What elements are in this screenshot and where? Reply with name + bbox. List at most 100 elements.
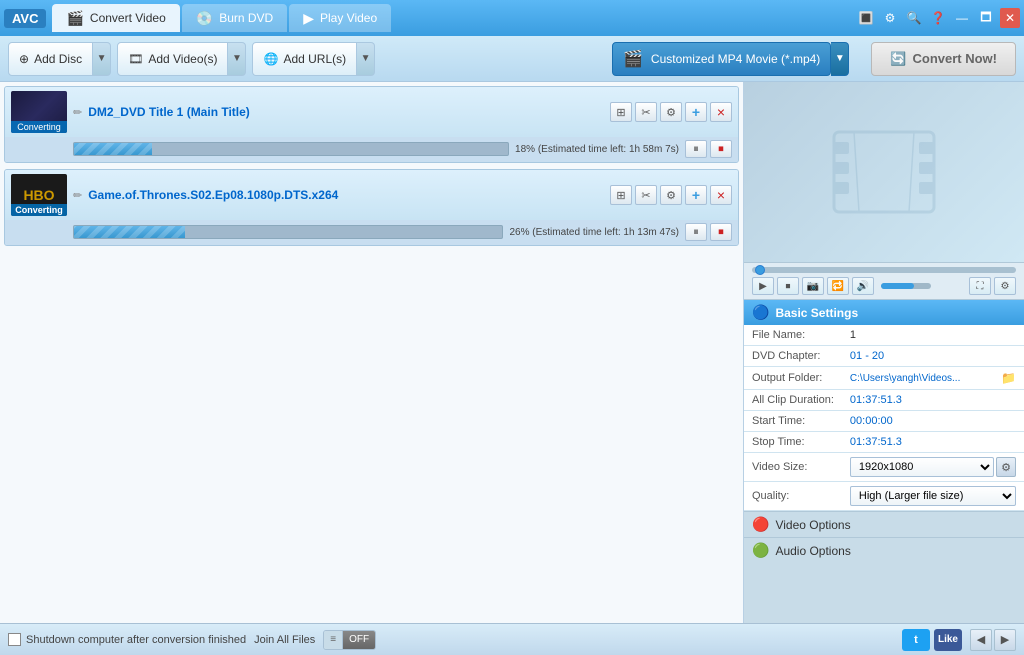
volume-fill — [881, 283, 914, 289]
playback-controls: ▶ ⏹ 📷 🔁 🔊 ⛶ ⚙ — [752, 277, 1016, 295]
file-delete-button-1[interactable]: × — [710, 102, 732, 122]
progress-bar-stripes-1 — [74, 143, 152, 155]
join-toggle[interactable]: ≡ OFF — [323, 630, 376, 650]
settings-playback-button[interactable]: ⚙ — [994, 277, 1016, 295]
close-button[interactable]: ✕ — [1000, 8, 1020, 28]
right-panel: ▶ ⏹ 📷 🔁 🔊 ⛶ ⚙ 🔵 Basic Settings — [744, 82, 1024, 623]
file-cut-button-1[interactable]: ✂ — [635, 102, 657, 122]
format-selector[interactable]: 🎬 Customized MP4 Movie (*.mp4) — [612, 42, 831, 76]
start-time-value: 00:00:00 — [842, 411, 1024, 432]
add-video-dropdown[interactable]: ▼ — [228, 42, 246, 76]
quality-dropdown[interactable]: High (Larger file size) — [850, 486, 1016, 506]
video-options-section[interactable]: 🔴 Video Options — [744, 511, 1024, 537]
pause-button-1[interactable]: ⏸ — [685, 140, 707, 158]
file-cut-button-2[interactable]: ✂ — [635, 185, 657, 205]
output-folder-value: C:\Users\yangh\Videos... 📁 — [842, 367, 1024, 390]
shutdown-label: Shutdown computer after conversion finis… — [26, 634, 246, 646]
file-title-2[interactable]: Game.of.Thrones.S02.Ep08.1080p.DTS.x264 — [88, 188, 604, 202]
quality-select[interactable]: High (Larger file size) — [850, 486, 1016, 506]
convert-now-button[interactable]: 🔄 Convert Now! — [871, 42, 1016, 76]
setting-row-dvd-chapter: DVD Chapter: 01 - 20 — [744, 346, 1024, 367]
join-all-files-button[interactable]: Join All Files — [254, 634, 315, 646]
dvd-chapter-value: 01 - 20 — [842, 346, 1024, 367]
output-folder-text: C:\Users\yangh\Videos... — [850, 373, 997, 384]
file-settings-button-1[interactable]: ⚙ — [660, 102, 682, 122]
add-disc-dropdown[interactable]: ▼ — [93, 42, 111, 76]
progress-bar-fill-2 — [74, 226, 185, 238]
output-folder-label: Output Folder: — [744, 367, 842, 390]
format-label: Customized MP4 Movie (*.mp4) — [651, 52, 820, 66]
add-disc-button[interactable]: ⊕ Add Disc — [8, 42, 93, 76]
file-settings-button-2[interactable]: ⚙ — [660, 185, 682, 205]
format-dropdown[interactable]: ▼ — [831, 42, 849, 76]
volume-icon[interactable]: 🔊 — [852, 277, 874, 295]
stop-playback-button[interactable]: ⏹ — [777, 277, 799, 295]
volume-slider[interactable] — [881, 283, 931, 289]
file-status-2: Converting — [11, 204, 67, 216]
shutdown-checkbox-label[interactable]: Shutdown computer after conversion finis… — [8, 633, 246, 646]
audio-options-label: Audio Options — [775, 544, 850, 558]
progress-controls-2: ⏸ ⏹ — [685, 223, 732, 241]
start-time-label: Start Time: — [744, 411, 842, 432]
nav-next-button[interactable]: ▶ — [994, 629, 1016, 651]
add-url-dropdown[interactable]: ▼ — [357, 42, 375, 76]
clip-duration-value: 01:37:51.3 — [842, 390, 1024, 411]
fullscreen-button[interactable]: ⛶ — [969, 277, 991, 295]
stop-button-2[interactable]: ⏹ — [710, 223, 732, 241]
screenshot-button[interactable]: 📷 — [802, 277, 824, 295]
minimize-button[interactable]: 🔳 — [856, 8, 876, 28]
audio-options-section[interactable]: 🟢 Audio Options — [744, 537, 1024, 563]
titlebar: AVC 🎬 Convert Video 💿 Burn DVD ▶ Play Vi… — [0, 0, 1024, 36]
file-copy-button-1[interactable]: ⊞ — [610, 102, 632, 122]
facebook-button[interactable]: Like — [934, 629, 962, 651]
add-disc-label: Add Disc — [34, 52, 82, 66]
file-title-1[interactable]: DM2_DVD Title 1 (Main Title) — [88, 105, 604, 119]
settings-header: 🔵 Basic Settings — [744, 300, 1024, 325]
repeat-button[interactable]: 🔁 — [827, 277, 849, 295]
settings-button[interactable]: ⚙ — [880, 8, 900, 28]
settings-panel: 🔵 Basic Settings File Name: 1 DVD Chapte… — [744, 300, 1024, 623]
tab-burn[interactable]: 💿 Burn DVD — [182, 4, 287, 32]
pause-button-2[interactable]: ⏸ — [685, 223, 707, 241]
add-video-label: Add Video(s) — [148, 52, 217, 66]
quality-label: Quality: — [744, 482, 842, 511]
tab-convert[interactable]: 🎬 Convert Video — [52, 4, 179, 32]
video-size-dropdown[interactable]: 1920x1080 ⚙ — [850, 457, 1016, 477]
video-options-icon: 🔴 — [752, 516, 769, 533]
add-url-icon: 🌐 — [263, 52, 278, 66]
search-button[interactable]: 🔍 — [904, 8, 924, 28]
file-add-button-2[interactable]: + — [685, 185, 707, 205]
tab-play[interactable]: ▶ Play Video — [289, 4, 391, 32]
file-delete-button-2[interactable]: × — [710, 185, 732, 205]
add-url-button[interactable]: 🌐 Add URL(s) — [252, 42, 357, 76]
film-strip-icon — [824, 112, 944, 232]
main-area: Converting ✏ DM2_DVD Title 1 (Main Title… — [0, 82, 1024, 623]
twitter-button[interactable]: t — [902, 629, 930, 651]
nav-prev-button[interactable]: ◀ — [970, 629, 992, 651]
file-copy-button-2[interactable]: ⊞ — [610, 185, 632, 205]
file-add-button-1[interactable]: + — [685, 102, 707, 122]
video-size-select[interactable]: 1920x1080 — [850, 457, 994, 477]
hbo-logo: HBO — [23, 187, 54, 203]
convert-tab-icon: 🎬 — [66, 10, 83, 27]
play-button[interactable]: ▶ — [752, 277, 774, 295]
shutdown-checkbox[interactable] — [8, 633, 21, 646]
seek-handle[interactable] — [755, 265, 765, 275]
file-actions-1: ⊞ ✂ ⚙ + × — [610, 102, 732, 122]
setting-row-video-size: Video Size: 1920x1080 ⚙ — [744, 453, 1024, 482]
setting-row-quality: Quality: High (Larger file size) — [744, 482, 1024, 511]
video-size-gear[interactable]: ⚙ — [996, 457, 1016, 477]
help-button[interactable]: ❓ — [928, 8, 948, 28]
min-button[interactable]: — — [952, 8, 972, 28]
twitter-icon: t — [914, 634, 918, 646]
preview-area — [744, 82, 1024, 262]
browse-folder-icon[interactable]: 📁 — [1001, 371, 1016, 385]
max-button[interactable]: 🗖 — [976, 8, 996, 28]
stop-button-1[interactable]: ⏹ — [710, 140, 732, 158]
add-video-button[interactable]: 🎞 Add Video(s) — [117, 42, 228, 76]
file-name-value: 1 — [842, 325, 1024, 346]
seek-bar[interactable] — [752, 267, 1016, 273]
file-item-2: HBO Converting ✏ Game.of.Thrones.S02.Ep0… — [4, 169, 739, 246]
add-disc-group: ⊕ Add Disc ▼ — [8, 42, 111, 76]
file-name-label: File Name: — [744, 325, 842, 346]
